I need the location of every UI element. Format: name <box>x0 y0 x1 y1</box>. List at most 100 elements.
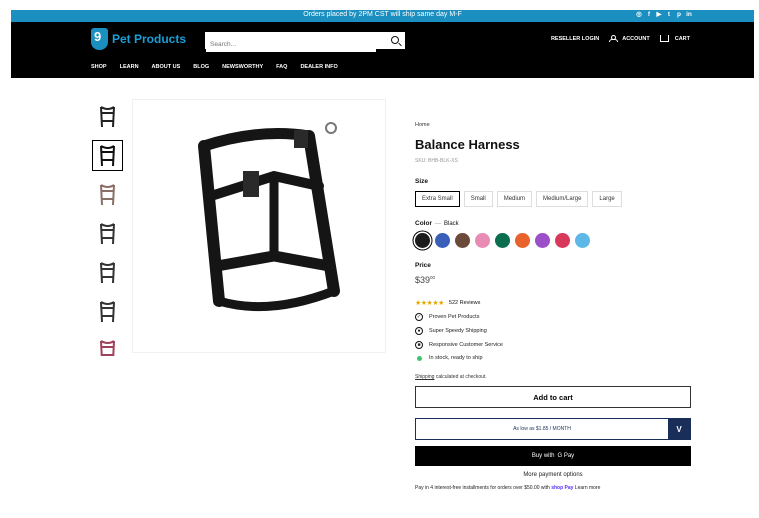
financing-widget[interactable]: As low as $1.85 / MONTH V <box>415 418 691 440</box>
harness-thumbnail-icon <box>99 144 115 166</box>
package-icon: ■ <box>415 341 423 349</box>
harness-thumbnail-icon <box>99 105 115 127</box>
color-swatch[interactable] <box>555 233 570 248</box>
size-option-large[interactable]: Large <box>592 191 622 207</box>
thumbnail-list <box>92 101 125 356</box>
account-link[interactable]: ACCOUNT <box>609 35 650 42</box>
nav-item-shop[interactable]: SHOP <box>91 64 107 70</box>
color-swatch[interactable] <box>455 233 470 248</box>
learn-more-link[interactable]: Learn more <box>573 485 601 491</box>
color-swatch[interactable] <box>475 233 490 248</box>
main-nav: SHOP LEARN ABOUT US BLOG NEWSWORTHY FAQ … <box>91 64 338 70</box>
feature-item: ✓ Proven Pet Products <box>415 313 691 321</box>
header-links: RESELLER LOGIN ACCOUNT CART <box>551 35 690 42</box>
reseller-login-link[interactable]: RESELLER LOGIN <box>551 36 599 42</box>
more-payment-options-link[interactable]: More payment options <box>415 472 691 478</box>
shipping-link[interactable]: Shipping <box>415 374 434 380</box>
review-count: 522 Reviews <box>448 300 481 306</box>
feature-item: ● Super Speedy Shipping <box>415 327 691 335</box>
logo[interactable]: Pet Products <box>91 28 186 50</box>
harness-thumbnail-icon <box>99 261 115 283</box>
search-input[interactable] <box>206 37 376 52</box>
color-label: Color <box>415 220 432 227</box>
nav-item-faq[interactable]: FAQ <box>276 64 287 70</box>
color-separator: — <box>434 220 441 227</box>
size-option-medium[interactable]: Medium <box>496 191 533 207</box>
logo-badge-icon <box>91 28 108 50</box>
shop-pay-installments: Pay in 4 interest-free installments for … <box>415 485 691 491</box>
linkedin-icon[interactable]: in <box>686 11 692 19</box>
breadcrumb[interactable]: Home <box>415 122 691 128</box>
gpay-prefix: Buy with <box>531 453 555 459</box>
thumbnail[interactable] <box>92 101 123 132</box>
twitter-icon[interactable]: t <box>666 11 672 19</box>
color-value: Black <box>443 220 459 227</box>
product-sku: SKU: BHB-BLK-XS <box>415 158 458 164</box>
add-to-cart-button[interactable]: Add to cart <box>415 386 691 408</box>
cart-icon <box>659 35 669 42</box>
stock-text: In stock, ready to ship <box>429 355 483 361</box>
logo-text: Pet Products <box>112 32 187 46</box>
harness-thumbnail-icon <box>99 222 115 244</box>
product-price: $3900 <box>415 275 691 285</box>
size-label: Size <box>415 178 429 185</box>
size-option-extra-small[interactable]: Extra Small <box>415 191 460 207</box>
harness-image-icon <box>198 122 340 312</box>
thumbnail-active[interactable] <box>92 140 123 171</box>
harness-thumbnail-icon <box>99 183 115 205</box>
cart-link[interactable]: CART <box>659 35 690 42</box>
announcement-bar: Orders placed by 2PM CST will ship same … <box>11 10 754 22</box>
thumbnail[interactable] <box>92 296 123 327</box>
youtube-icon[interactable]: ▶ <box>656 11 662 19</box>
price-main: $39 <box>415 275 431 285</box>
color-swatch[interactable] <box>495 233 510 248</box>
product-image[interactable] <box>132 99 386 353</box>
color-swatch[interactable] <box>435 233 450 248</box>
shipping-text: calculated at checkout. <box>434 374 487 380</box>
social-links: ◎ f ▶ t p in <box>636 11 692 19</box>
check-badge-icon: ✓ <box>415 313 423 321</box>
product-info: Home Balance Harness SKU: BHB-BLK-XS Siz… <box>415 122 691 491</box>
price-cents: 00 <box>430 275 436 280</box>
color-swatch[interactable] <box>575 233 590 248</box>
globe-icon: ● <box>415 327 423 335</box>
nav-item-about-us[interactable]: ABOUT US <box>152 64 181 70</box>
color-swatches <box>415 233 691 248</box>
financing-text: As low as $1.85 / MONTH <box>513 426 571 432</box>
facebook-icon[interactable]: f <box>646 11 652 19</box>
pinterest-icon[interactable]: p <box>676 11 682 19</box>
site-header: Pet Products RESELLER LOGIN ACCOUNT CART… <box>11 22 754 78</box>
harness-thumbnail-icon <box>99 300 115 322</box>
reviews[interactable]: ★★★★★ 522 Reviews <box>415 299 691 307</box>
shipping-note: Shipping calculated at checkout. <box>415 374 691 380</box>
feature-text: Super Speedy Shipping <box>429 328 487 334</box>
search-icon[interactable] <box>391 36 399 44</box>
star-rating-icon: ★★★★★ <box>415 300 444 307</box>
size-option-small[interactable]: Small <box>463 191 493 207</box>
gpay-brand: G Pay <box>557 453 575 459</box>
color-swatch[interactable] <box>415 233 430 248</box>
product-title: Balance Harness <box>415 137 520 152</box>
google-pay-button[interactable]: Buy with G Pay <box>415 446 691 466</box>
feature-text: Proven Pet Products <box>429 314 480 320</box>
shop-pay-logo: shop Pay <box>551 485 574 491</box>
harness-thumbnail-icon <box>99 339 115 356</box>
nav-item-blog[interactable]: BLOG <box>193 64 209 70</box>
color-swatch[interactable] <box>535 233 550 248</box>
instagram-icon[interactable]: ◎ <box>636 11 642 19</box>
thumbnail[interactable] <box>92 218 123 249</box>
cart-label: CART <box>674 35 690 42</box>
color-heading: Color — Black <box>415 220 691 227</box>
nav-item-newsworthy[interactable]: NEWSWORTHY <box>222 64 263 70</box>
feature-text: Responsive Customer Service <box>429 342 503 348</box>
nav-item-dealer-info[interactable]: DEALER INFO <box>300 64 337 70</box>
size-option-medium-large[interactable]: Medium/Large <box>536 191 589 207</box>
feature-item: ■ Responsive Customer Service <box>415 341 691 349</box>
color-swatch[interactable] <box>515 233 530 248</box>
thumbnail[interactable] <box>92 335 123 356</box>
thumbnail[interactable] <box>92 257 123 288</box>
price-label: Price <box>415 262 431 269</box>
nav-item-learn[interactable]: LEARN <box>120 64 139 70</box>
in-stock-dot-icon <box>416 355 422 361</box>
thumbnail[interactable] <box>92 179 123 210</box>
